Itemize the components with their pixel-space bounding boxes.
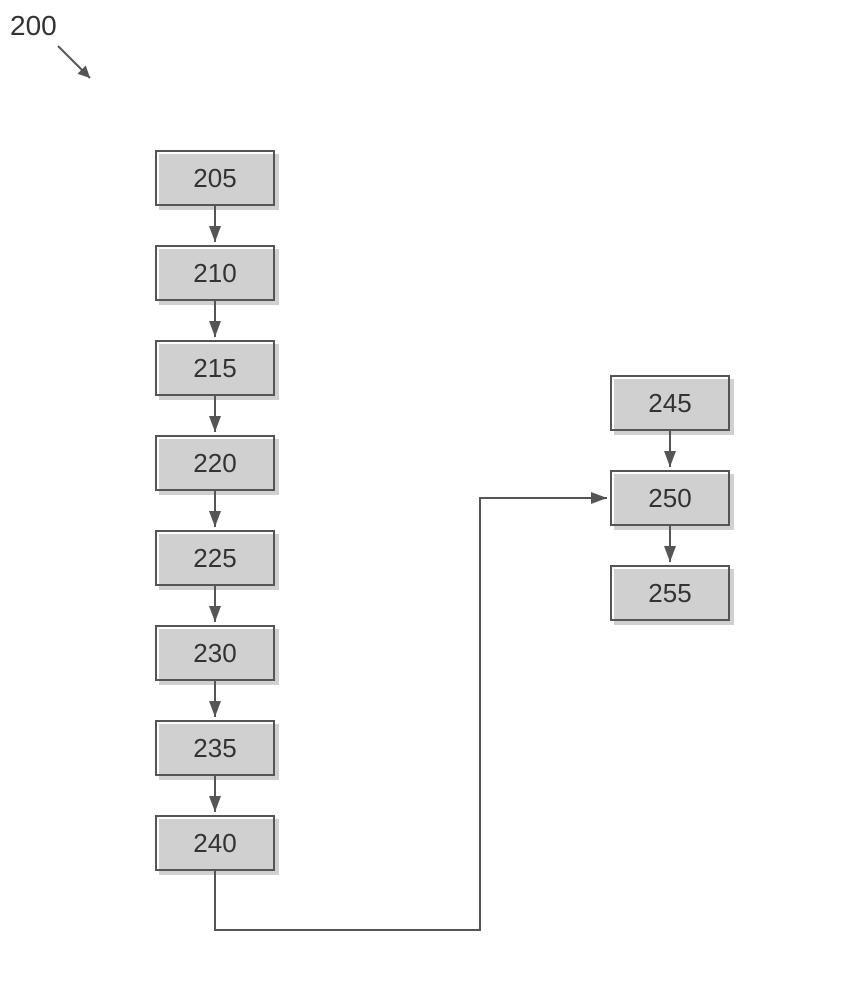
flowchart-canvas: { "figure": { "label": "200" }, "left_co… [0, 0, 853, 1000]
connector-240-to-250 [0, 0, 853, 1000]
